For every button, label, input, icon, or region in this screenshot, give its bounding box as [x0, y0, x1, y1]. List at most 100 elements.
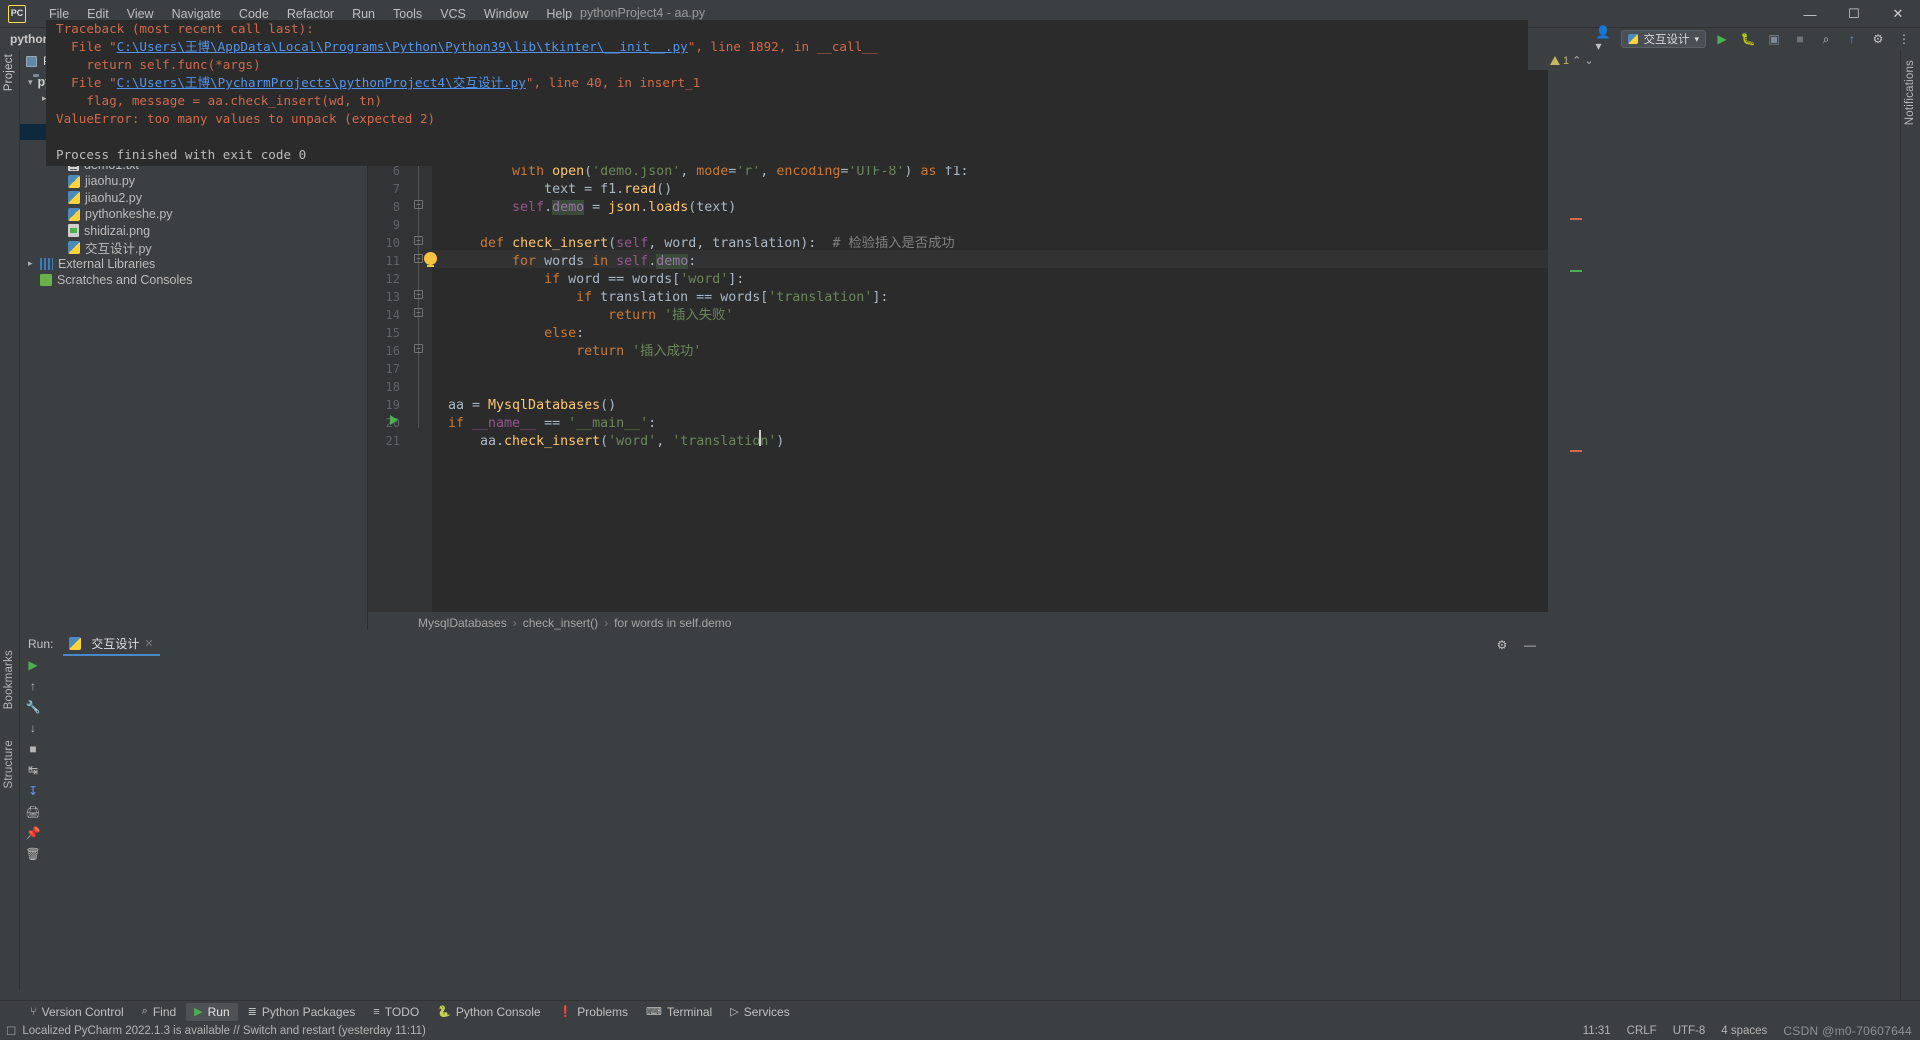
minimize-button[interactable]: — — [1788, 0, 1832, 28]
tool-window-button-version-control[interactable]: ⑂Version Control — [22, 1003, 132, 1021]
scroll-down-icon[interactable]: ↓ — [25, 721, 41, 735]
fold-marker[interactable]: − — [414, 236, 423, 245]
line-separator[interactable]: CRLF — [1627, 1025, 1657, 1037]
coverage-icon[interactable]: ▣ — [1764, 30, 1784, 48]
search-icon: ⌕ — [142, 1005, 148, 1018]
more-icon[interactable]: ⋮ — [1894, 30, 1914, 48]
tool-window-button-todo[interactable]: ≡TODO — [365, 1003, 427, 1021]
line-number: 19 — [372, 398, 400, 412]
rerun-icon[interactable]: ▶ — [25, 658, 41, 672]
settings-icon[interactable]: ⚙ — [1492, 636, 1512, 654]
tool-window-button-services[interactable]: ▷Services — [722, 1003, 797, 1021]
tree-item-pythonkeshe.py[interactable]: pythonkeshe.py — [20, 206, 367, 223]
line-number: 13 — [372, 290, 400, 304]
run-console-output[interactable]: Traceback (most recent call last): File … — [46, 20, 1528, 166]
tree-item-jiaohu.py[interactable]: jiaohu.py — [20, 173, 367, 190]
text-caret — [759, 430, 761, 446]
console-file-link[interactable]: C:\Users\王博\AppData\Local\Programs\Pytho… — [117, 39, 688, 54]
search-icon[interactable]: ⌕ — [1816, 30, 1836, 48]
warning-summary[interactable]: 1 ⌃ ⌄ — [1548, 48, 1584, 67]
stop-icon[interactable]: ■ — [1790, 30, 1810, 48]
fold-marker[interactable]: − — [414, 308, 423, 317]
scroll-up-icon[interactable]: ↑ — [25, 679, 41, 693]
tool-window-button-run[interactable]: ▶Run — [186, 1003, 237, 1021]
tree-item-label: 交互设计.py — [85, 238, 152, 257]
tool-window-button-python-packages[interactable]: ≣Python Packages — [240, 1003, 364, 1021]
tree-item-shidizai.png[interactable]: shidizai.png — [20, 223, 367, 240]
breadcrumb-separator: › — [513, 616, 517, 630]
analysis-strip: 1 ⌃ ⌄ — [1548, 48, 1584, 612]
profile-icon[interactable]: 👤▾ — [1595, 30, 1615, 48]
maximize-button[interactable]: ☐ — [1832, 0, 1876, 28]
code-line: return '插入失败' — [448, 307, 733, 325]
tree-item-scratchesandconsoles[interactable]: Scratches and Consoles — [20, 272, 367, 289]
fold-marker[interactable]: − — [414, 254, 423, 263]
terminal-icon: ⌨ — [646, 1005, 662, 1018]
stop-icon[interactable]: ■ — [25, 742, 41, 756]
sidebar-item-structure[interactable]: Structure — [3, 740, 15, 794]
debug-icon[interactable]: 🐛 — [1738, 30, 1758, 48]
sidebar-item-notifications[interactable]: Notifications — [1904, 60, 1916, 131]
right-tool-strip: Notifications — [1900, 50, 1920, 1000]
run-panel-header: Run: 交互设计 ✕ ⚙ — — [20, 634, 1548, 654]
tool-window-button-python-console[interactable]: 🐍Python Console — [429, 1003, 548, 1021]
pin-icon[interactable]: 📌 — [25, 826, 41, 840]
update-icon[interactable]: ↑ — [1842, 30, 1862, 48]
status-bar: ☐ Localized PyCharm 2022.1.3 is availabl… — [0, 1022, 1920, 1040]
wrench-icon[interactable]: 🔧 — [25, 700, 41, 714]
notification-icon[interactable]: ☐ — [6, 1024, 16, 1038]
next-problem-icon[interactable]: ⌄ — [1584, 54, 1593, 67]
tool-window-button-problems[interactable]: ❗Problems — [551, 1003, 636, 1021]
tree-item-.py[interactable]: 交互设计.py — [20, 239, 367, 256]
scroll-to-end-icon[interactable]: ↧ — [25, 784, 41, 798]
tree-item-externallibraries[interactable]: External Libraries — [20, 256, 367, 273]
line-number: 11 — [372, 254, 400, 268]
code-line: return '插入成功' — [448, 343, 701, 361]
fold-marker[interactable]: − — [414, 200, 423, 209]
fold-marker[interactable]: − — [414, 344, 423, 353]
error-marker[interactable] — [1570, 450, 1582, 452]
services-icon: ▷ — [730, 1005, 738, 1018]
chevron-icon[interactable] — [28, 77, 33, 88]
chevron-icon[interactable] — [28, 258, 40, 269]
fold-marker[interactable]: − — [414, 290, 423, 299]
info-marker[interactable] — [1570, 270, 1582, 272]
tool-window-button-find[interactable]: ⌕Find — [134, 1003, 185, 1021]
soft-wrap-icon[interactable]: ↹ — [25, 763, 41, 777]
settings-icon[interactable]: ⚙ — [1868, 30, 1888, 48]
editor-breadcrumb-item[interactable]: MysqlDatabases — [418, 616, 507, 630]
error-marker[interactable] — [1570, 218, 1582, 220]
sidebar-item-project[interactable]: Project — [3, 54, 15, 97]
run-label: Run: — [28, 637, 53, 651]
encoding[interactable]: UTF-8 — [1673, 1025, 1706, 1037]
close-button[interactable]: ✕ — [1876, 0, 1920, 28]
tree-item-label: pythonkeshe.py — [85, 207, 173, 221]
console-file-link[interactable]: C:\Users\王博\PycharmProjects\pythonProjec… — [117, 75, 526, 90]
trash-icon[interactable]: 🗑 — [25, 847, 41, 861]
tool-window-button-label: Run — [208, 1005, 230, 1019]
prev-problem-icon[interactable]: ⌃ — [1572, 54, 1581, 67]
indent-setting[interactable]: 4 spaces — [1721, 1025, 1767, 1037]
run-config-label: 交互设计 — [1643, 31, 1689, 47]
run-tab[interactable]: 交互设计 ✕ — [63, 633, 159, 656]
tree-item-jiaohu2.py[interactable]: jiaohu2.py — [20, 190, 367, 207]
caret-position[interactable]: 11:31 — [1583, 1025, 1611, 1037]
print-icon[interactable]: 🖨 — [25, 805, 41, 819]
status-message[interactable]: Localized PyCharm 2022.1.3 is available … — [22, 1025, 426, 1037]
hide-icon[interactable]: — — [1520, 636, 1540, 654]
window-title: pythonProject4 - aa.py — [580, 6, 705, 20]
sidebar-item-bookmarks[interactable]: Bookmarks — [3, 650, 15, 715]
run-gutter-icon[interactable] — [390, 415, 398, 425]
run-icon[interactable]: ▶ — [1712, 30, 1732, 48]
close-icon[interactable]: ✕ — [144, 637, 153, 650]
editor-breadcrumb-item[interactable]: for words in self.demo — [614, 616, 731, 630]
tool-window-button-terminal[interactable]: ⌨Terminal — [638, 1003, 720, 1021]
editor-breadcrumb-item[interactable]: check_insert() — [523, 616, 598, 630]
code-line: for words in self.demo: — [448, 253, 696, 271]
run-tool-window: Run: 交互设计 ✕ ⚙ — — [20, 634, 1548, 800]
code-line: aa = MysqlDatabases() — [448, 397, 616, 415]
warning-triangle-icon — [1550, 56, 1560, 65]
python-icon — [1628, 34, 1638, 44]
status-bar-right: 11:31 CRLF UTF-8 4 spaces CSDN @m0-70607… — [1583, 1024, 1912, 1038]
run-configuration-selector[interactable]: 交互设计 ▾ — [1621, 30, 1706, 48]
